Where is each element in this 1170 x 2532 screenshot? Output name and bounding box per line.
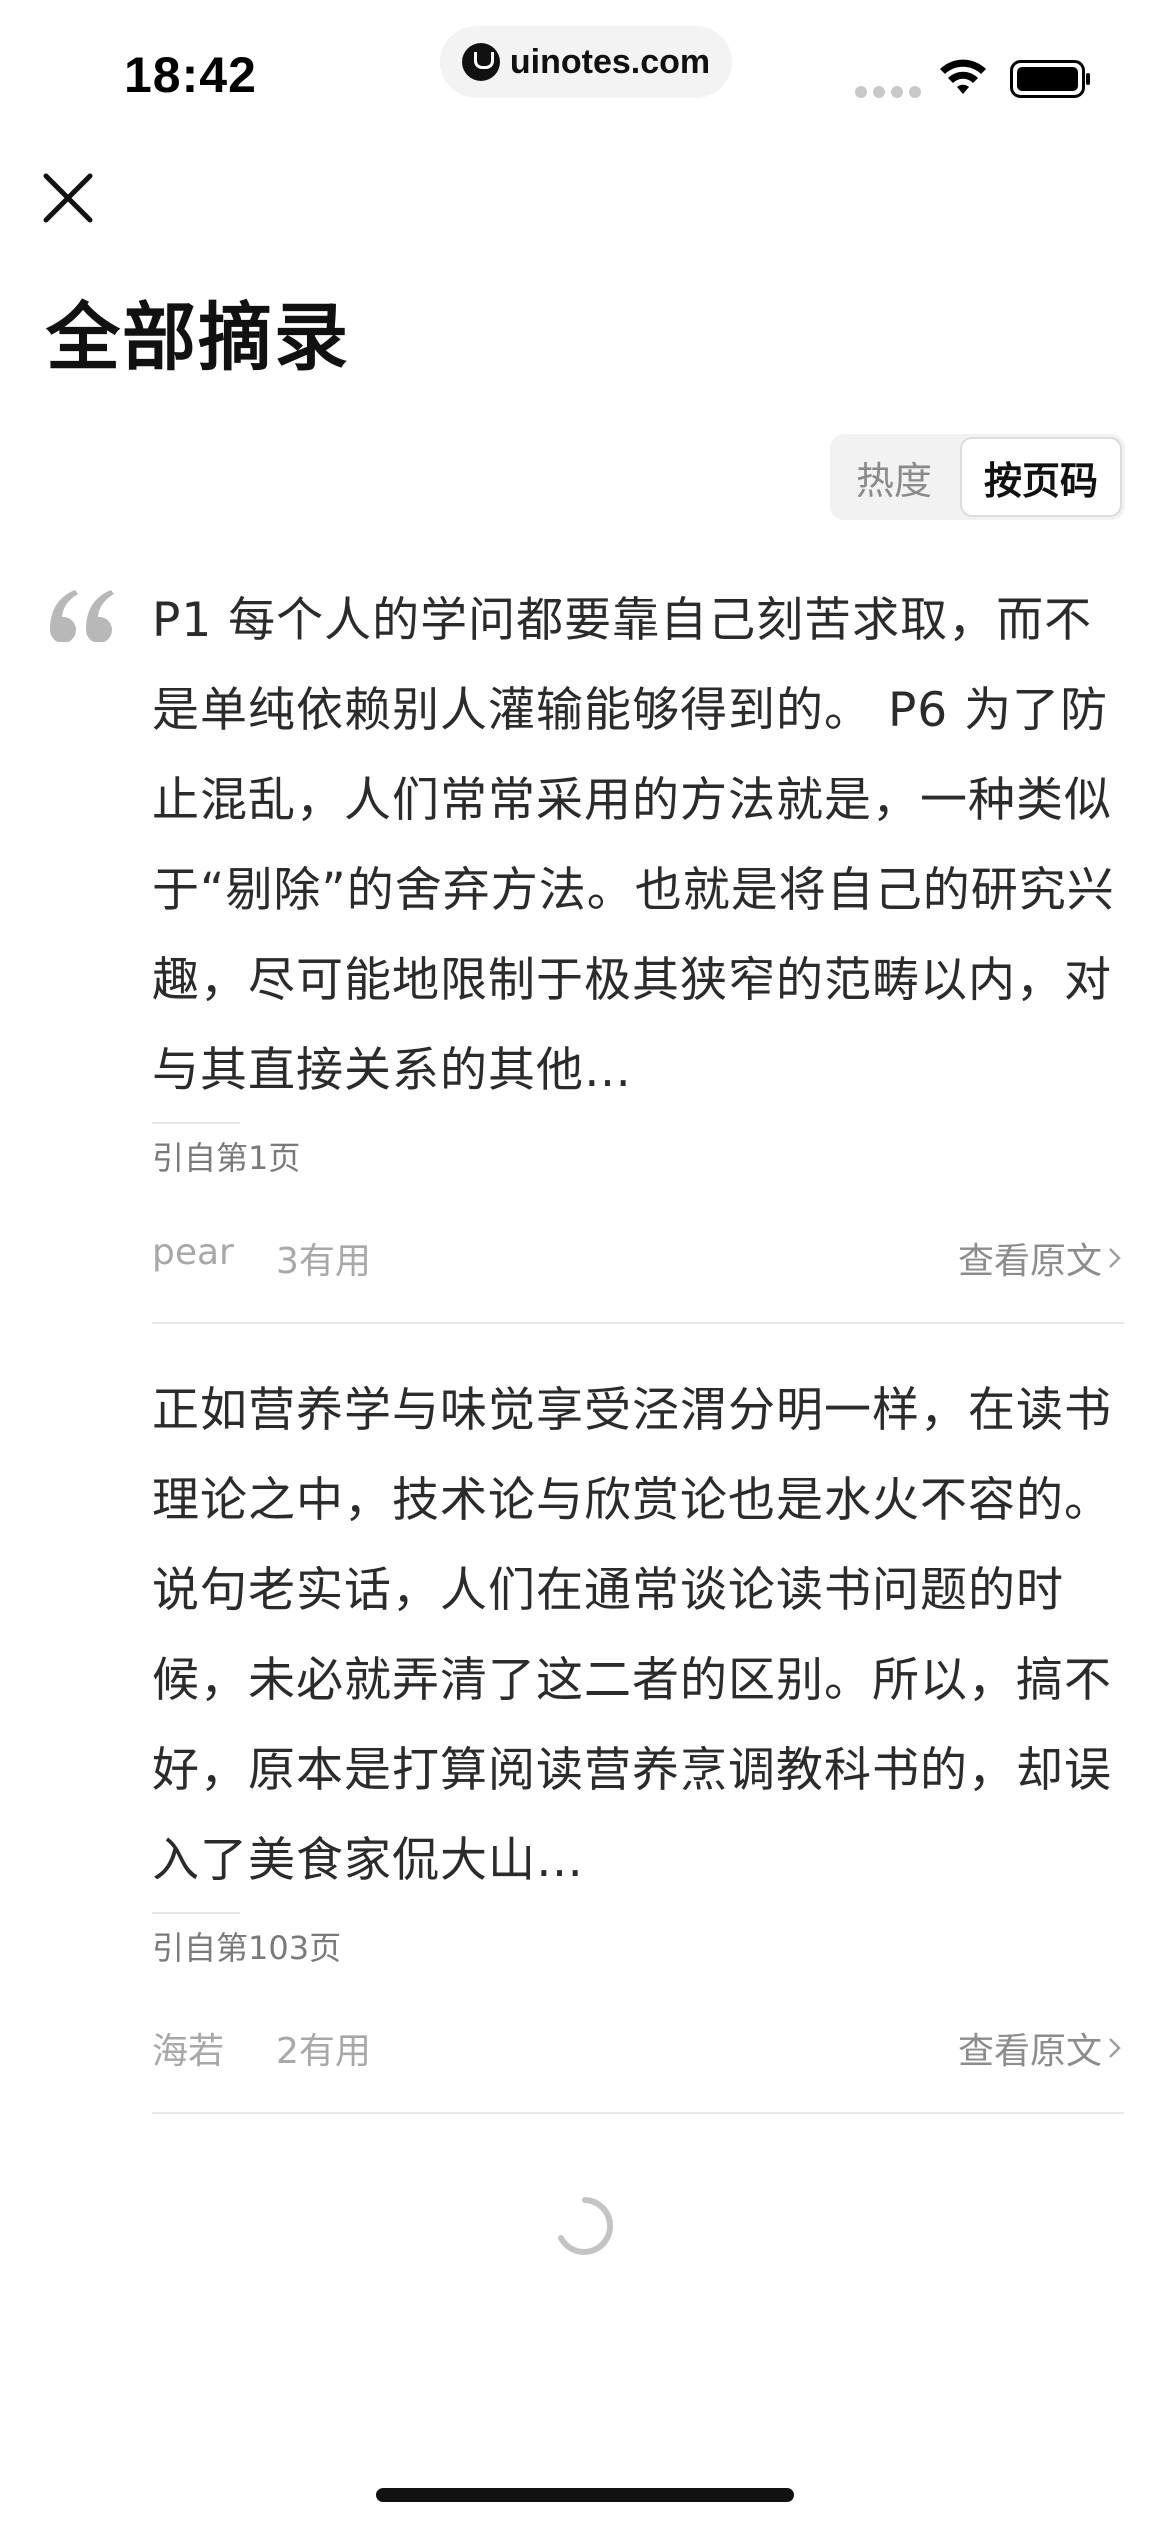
row-divider: [152, 2112, 1124, 2114]
view-original-link[interactable]: 查看原文: [958, 2022, 1124, 2074]
excerpt-author[interactable]: pear: [152, 1232, 234, 1273]
wifi-icon: [940, 59, 986, 94]
status-time: 18:42: [124, 47, 257, 103]
view-original-label: 查看原文: [957, 1241, 1102, 1282]
excerpt-likes[interactable]: 2有用: [276, 2022, 371, 2074]
url-pill[interactable]: uinotes.com: [440, 26, 732, 98]
excerpt-meta: pear 3有用 查看原文: [152, 1222, 1124, 1282]
excerpt-source: 引自第103页: [152, 1929, 342, 1967]
page-title: 全部摘录: [46, 295, 350, 381]
excerpt-author[interactable]: 海若: [152, 2022, 224, 2074]
loading-spinner-icon: [558, 2197, 613, 2255]
home-indicator[interactable]: [376, 2488, 794, 2502]
excerpt-item[interactable]: 正如营养学与味觉享受泾渭分明一样，在读书理论之中，技术论与欣赏论也是水火不容的。…: [152, 1366, 1124, 2114]
chevron-right-icon: [1109, 2038, 1121, 2058]
chevron-right-icon: [1109, 1248, 1121, 1268]
view-original-link[interactable]: 查看原文: [958, 1232, 1124, 1284]
excerpt-text: P1 每个人的学问都要靠自己刻苦求取，而不是单纯依赖别人灌输能够得到的。 P6 …: [152, 593, 1115, 1098]
battery-icon: [1010, 60, 1090, 98]
row-divider: [152, 1322, 1124, 1324]
source-divider: [152, 1122, 240, 1124]
view-original-label: 查看原文: [957, 2031, 1102, 2072]
quote-icon: [50, 590, 114, 642]
excerpt-meta: 海若 2有用 查看原文: [152, 2012, 1124, 2072]
excerpt-item[interactable]: P1 每个人的学问都要靠自己刻苦求取，而不是单纯依赖别人灌输能够得到的。 P6 …: [152, 576, 1124, 1324]
status-bar: 18:42 uinotes.com: [0, 0, 1170, 150]
sort-option-popularity[interactable]: 热度: [830, 437, 958, 517]
sort-segmented-control: 热度 按页码: [830, 434, 1125, 520]
close-icon[interactable]: [40, 170, 96, 226]
source-divider: [152, 1912, 240, 1914]
excerpt-text: 正如营养学与味觉享受泾渭分明一样，在读书理论之中，技术论与欣赏论也是水火不容的。…: [152, 1383, 1112, 1888]
url-text: uinotes.com: [509, 42, 711, 81]
sort-option-page-number[interactable]: 按页码: [960, 437, 1122, 517]
excerpt-likes[interactable]: 3有用: [276, 1232, 371, 1284]
excerpt-source: 引自第1页: [152, 1139, 301, 1177]
site-logo-icon: [461, 43, 500, 81]
signal-icon: [855, 86, 921, 98]
